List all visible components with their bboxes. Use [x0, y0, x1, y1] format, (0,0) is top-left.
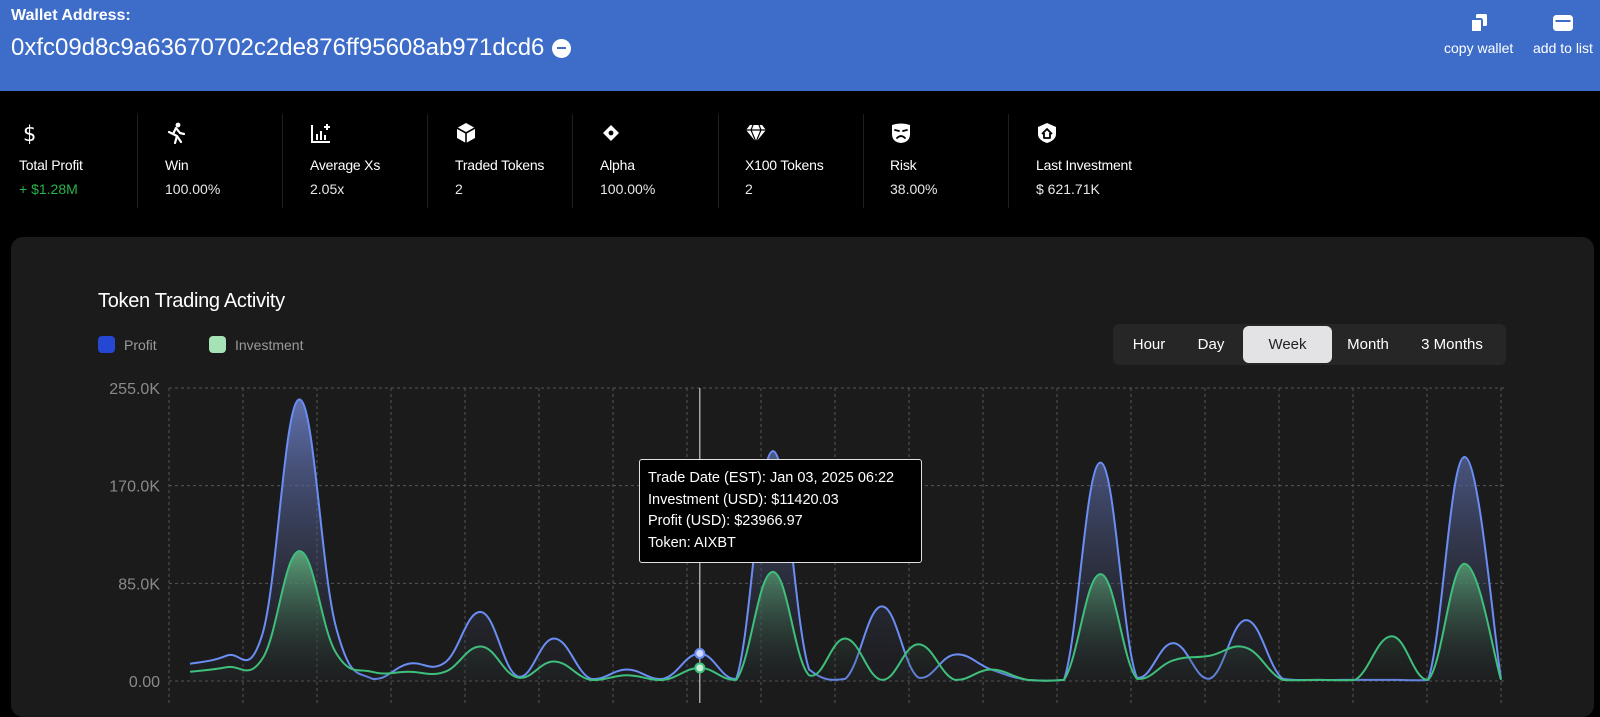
hover-point-profit — [694, 647, 706, 659]
y-tick-label: 255.0K — [109, 381, 160, 398]
tooltip-profit: Profit (USD): $23966.97 — [648, 513, 803, 529]
series-area-investment — [190, 551, 1501, 681]
tooltip-trade-date: Trade Date (EST): Jan 03, 2025 06:22 — [648, 470, 895, 486]
chart-tooltip: Trade Date (EST): Jan 03, 2025 06:22 Inv… — [639, 459, 922, 563]
tooltip-token: Token: AIXBT — [648, 534, 736, 551]
y-tick-label: 85.0K — [118, 576, 160, 593]
y-axis-labels: 255.0K 170.0K 85.0K 0.00 — [109, 381, 160, 691]
hover-point-investment — [694, 662, 706, 674]
y-tick-label: 170.0K — [109, 479, 160, 496]
y-tick-label: 0.00 — [129, 674, 160, 691]
tooltip-investment: Investment (USD): $11420.03 — [648, 491, 839, 508]
trading-activity-chart[interactable]: 255.0K 170.0K 85.0K 0.00 — [0, 0, 1600, 703]
